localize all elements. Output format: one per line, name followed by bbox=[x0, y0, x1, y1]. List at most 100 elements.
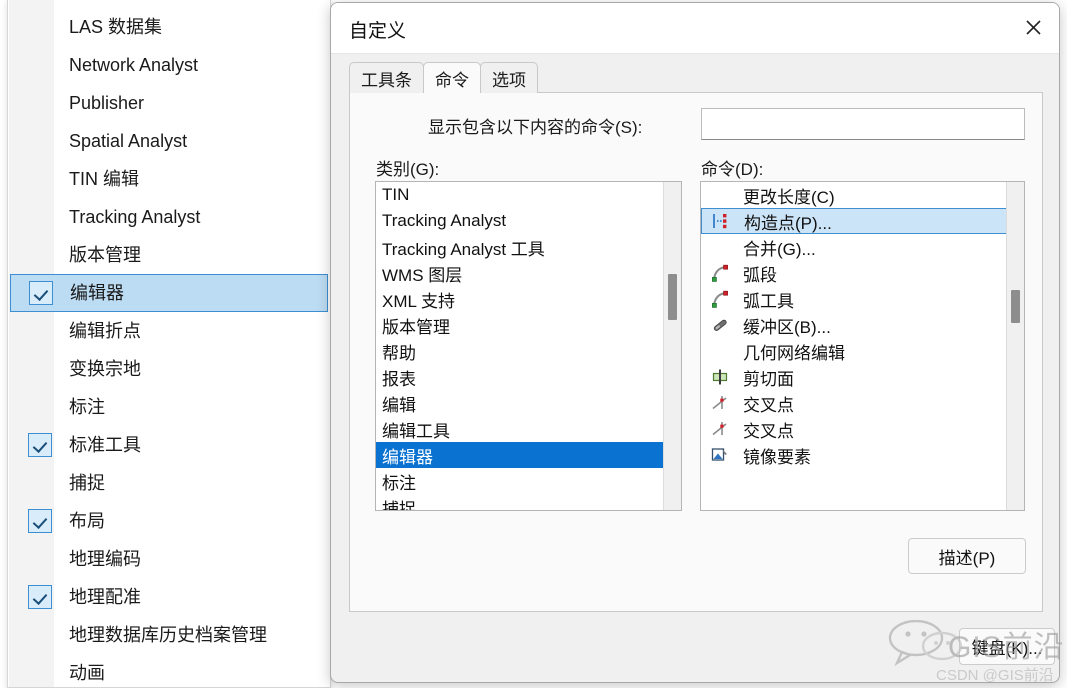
toolbar-menu-item-label: 版本管理 bbox=[69, 245, 141, 265]
toolbar-menu-item-label: Tracking Analyst bbox=[69, 207, 201, 227]
checkbox-empty[interactable] bbox=[28, 53, 52, 77]
toolbar-menu-item[interactable]: Publisher bbox=[10, 84, 328, 122]
toolbar-menu-item[interactable]: 地理数据库历史档案管理 bbox=[10, 616, 328, 654]
categories-listbox[interactable]: TIN Tracking Analyst Tracking Analyst 工具 WM… bbox=[375, 181, 682, 511]
commands-label: 命令(D): bbox=[701, 160, 764, 179]
toolbar-menu-item[interactable]: Spatial Analyst bbox=[10, 122, 328, 160]
checkbox-empty[interactable] bbox=[28, 319, 52, 343]
checkbox-checked-icon[interactable] bbox=[29, 281, 53, 305]
toolbar-menu-item[interactable]: 标注 bbox=[10, 388, 328, 426]
checkbox-empty[interactable] bbox=[28, 129, 52, 153]
category-list-item[interactable]: Tracking Analyst bbox=[376, 208, 664, 234]
toolbar-menu-item-label: LAS 数据集 bbox=[69, 17, 163, 37]
category-list-item[interactable]: 标注 bbox=[376, 468, 664, 494]
arc-segment-icon bbox=[703, 261, 737, 285]
command-list-item[interactable]: 交叉点 bbox=[701, 416, 1007, 442]
checkbox-empty[interactable] bbox=[28, 357, 52, 381]
commands-tab-panel: 显示包含以下内容的命令(S): 类别(G): 命令(D): TIN Trackin… bbox=[349, 92, 1043, 612]
toolbar-menu-item[interactable]: 捕捉 bbox=[10, 464, 328, 502]
screen: LAS 数据集 Network Analyst Publisher Spatial A… bbox=[0, 0, 1067, 688]
command-list-item[interactable]: 弧工具 bbox=[701, 286, 1007, 312]
close-icon[interactable] bbox=[1007, 3, 1059, 52]
toolbar-menu-item-label: Publisher bbox=[69, 93, 145, 113]
command-label: 弧工具 bbox=[743, 291, 794, 311]
command-list-item[interactable]: 交叉点 bbox=[701, 390, 1007, 416]
commands-listbox[interactable]: 更改长度(C) 构造点(P)... 合并(G)... 弧段弧工具缓冲区(B)... 几何… bbox=[700, 181, 1025, 511]
toolbar-menu-item[interactable]: 标准工具 bbox=[10, 426, 328, 464]
toolbar-menu-item[interactable]: 版本管理 bbox=[10, 236, 328, 274]
command-list-item[interactable]: 缓冲区(B)... bbox=[701, 312, 1007, 338]
categories-scrollbar-thumb[interactable] bbox=[668, 273, 677, 320]
category-list-item[interactable]: XML 支持 bbox=[376, 286, 664, 312]
toolbar-menu-item[interactable]: Network Analyst bbox=[10, 46, 328, 84]
category-list-item[interactable]: 版本管理 bbox=[376, 312, 664, 338]
dialog-footer: 键盘(K)... 从文件添加(A)... 关闭 bbox=[331, 616, 1059, 682]
checkbox-empty[interactable] bbox=[28, 91, 52, 115]
toolbar-menu-item-label: Spatial Analyst bbox=[69, 131, 188, 151]
checkbox-empty[interactable] bbox=[28, 243, 52, 267]
commands-scrollbar[interactable] bbox=[1006, 182, 1024, 510]
command-label: 交叉点 bbox=[743, 395, 794, 415]
command-list-item[interactable]: 合并(G)... bbox=[701, 234, 1007, 260]
toolbar-menu-item-label: 标注 bbox=[69, 397, 105, 417]
dialog-tab[interactable]: 选项 bbox=[480, 62, 538, 93]
checkbox-checked-icon[interactable] bbox=[28, 433, 52, 457]
category-list-item[interactable]: 编辑器 bbox=[376, 442, 664, 468]
toolbar-menu-item[interactable]: 编辑折点 bbox=[10, 312, 328, 350]
mirror-feature-icon bbox=[703, 443, 737, 467]
checkbox-empty[interactable] bbox=[28, 623, 52, 647]
commands-list-inner: 更改长度(C) 构造点(P)... 合并(G)... 弧段弧工具缓冲区(B)... 几何… bbox=[701, 182, 1007, 510]
toolbar-menu-item[interactable]: 动画 bbox=[10, 654, 328, 688]
dialog-tab[interactable]: 命令 bbox=[423, 62, 481, 93]
dialog-tab[interactable]: 工具条 bbox=[349, 62, 424, 93]
toolbar-menu-item[interactable]: 变换宗地 bbox=[10, 350, 328, 388]
filter-label: 显示包含以下内容的命令(S): bbox=[428, 118, 643, 137]
command-label: 合并(G)... bbox=[743, 239, 816, 259]
categories-scrollbar[interactable] bbox=[663, 182, 681, 510]
toolbar-menu-item[interactable]: LAS 数据集 bbox=[10, 8, 328, 46]
intersect-icon bbox=[703, 391, 737, 415]
checkbox-empty[interactable] bbox=[28, 547, 52, 571]
checkbox-empty[interactable] bbox=[28, 471, 52, 495]
toolbar-menu-item-label: 编辑器 bbox=[70, 283, 124, 303]
describe-button[interactable]: 描述(P) bbox=[908, 538, 1026, 574]
toolbar-menu-item[interactable]: 编辑器 bbox=[10, 274, 328, 312]
command-list-item[interactable]: 构造点(P)... bbox=[701, 208, 1007, 234]
category-list-item[interactable]: 编辑 bbox=[376, 390, 664, 416]
toolbar-menu-item[interactable]: TIN 编辑 bbox=[10, 160, 328, 198]
toolbar-menu-list: LAS 数据集 Network Analyst Publisher Spatial A… bbox=[8, 0, 330, 688]
category-list-item[interactable]: 报表 bbox=[376, 364, 664, 390]
checkbox-empty[interactable] bbox=[28, 661, 52, 685]
command-icon-placeholder bbox=[703, 339, 737, 363]
command-list-item[interactable]: 剪切面 bbox=[701, 364, 1007, 390]
checkbox-empty[interactable] bbox=[28, 15, 52, 39]
checkbox-checked-icon[interactable] bbox=[28, 585, 52, 609]
arc-tool-icon bbox=[703, 287, 737, 311]
toolbar-menu-item[interactable]: 布局 bbox=[10, 502, 328, 540]
dialog-tabstrip: 工具条 命令 选项 bbox=[349, 61, 538, 93]
toolbar-menu-item[interactable]: 地理编码 bbox=[10, 540, 328, 578]
command-list-item[interactable]: 镜像要素 bbox=[701, 442, 1007, 468]
command-filter-input[interactable] bbox=[701, 108, 1025, 140]
category-list-item[interactable]: Tracking Analyst 工具 bbox=[376, 234, 664, 260]
checkbox-empty[interactable] bbox=[28, 395, 52, 419]
category-list-item[interactable]: 捕捉 bbox=[376, 494, 664, 511]
toolbar-menu-item[interactable]: Tracking Analyst bbox=[10, 198, 328, 236]
category-list-item[interactable]: WMS 图层 bbox=[376, 260, 664, 286]
toolbar-menu-item[interactable]: 地理配准 bbox=[10, 578, 328, 616]
command-list-item[interactable]: 弧段 bbox=[701, 260, 1007, 286]
keyboard-button[interactable]: 键盘(K)... bbox=[959, 628, 1055, 665]
checkbox-checked-icon[interactable] bbox=[28, 509, 52, 533]
command-label: 缓冲区(B)... bbox=[743, 317, 831, 337]
checkbox-empty[interactable] bbox=[28, 167, 52, 191]
command-icon-placeholder bbox=[703, 183, 737, 207]
command-list-item[interactable]: 更改长度(C) bbox=[701, 182, 1007, 208]
category-list-item[interactable]: 帮助 bbox=[376, 338, 664, 364]
category-list-item[interactable]: 编辑工具 bbox=[376, 416, 664, 442]
commands-scrollbar-thumb[interactable] bbox=[1011, 290, 1020, 324]
command-list-item[interactable]: 几何网络编辑 bbox=[701, 338, 1007, 364]
category-list-item[interactable]: TIN bbox=[376, 182, 664, 208]
command-label: 构造点(P)... bbox=[744, 213, 832, 233]
command-icon-placeholder bbox=[703, 235, 737, 259]
checkbox-empty[interactable] bbox=[28, 205, 52, 229]
